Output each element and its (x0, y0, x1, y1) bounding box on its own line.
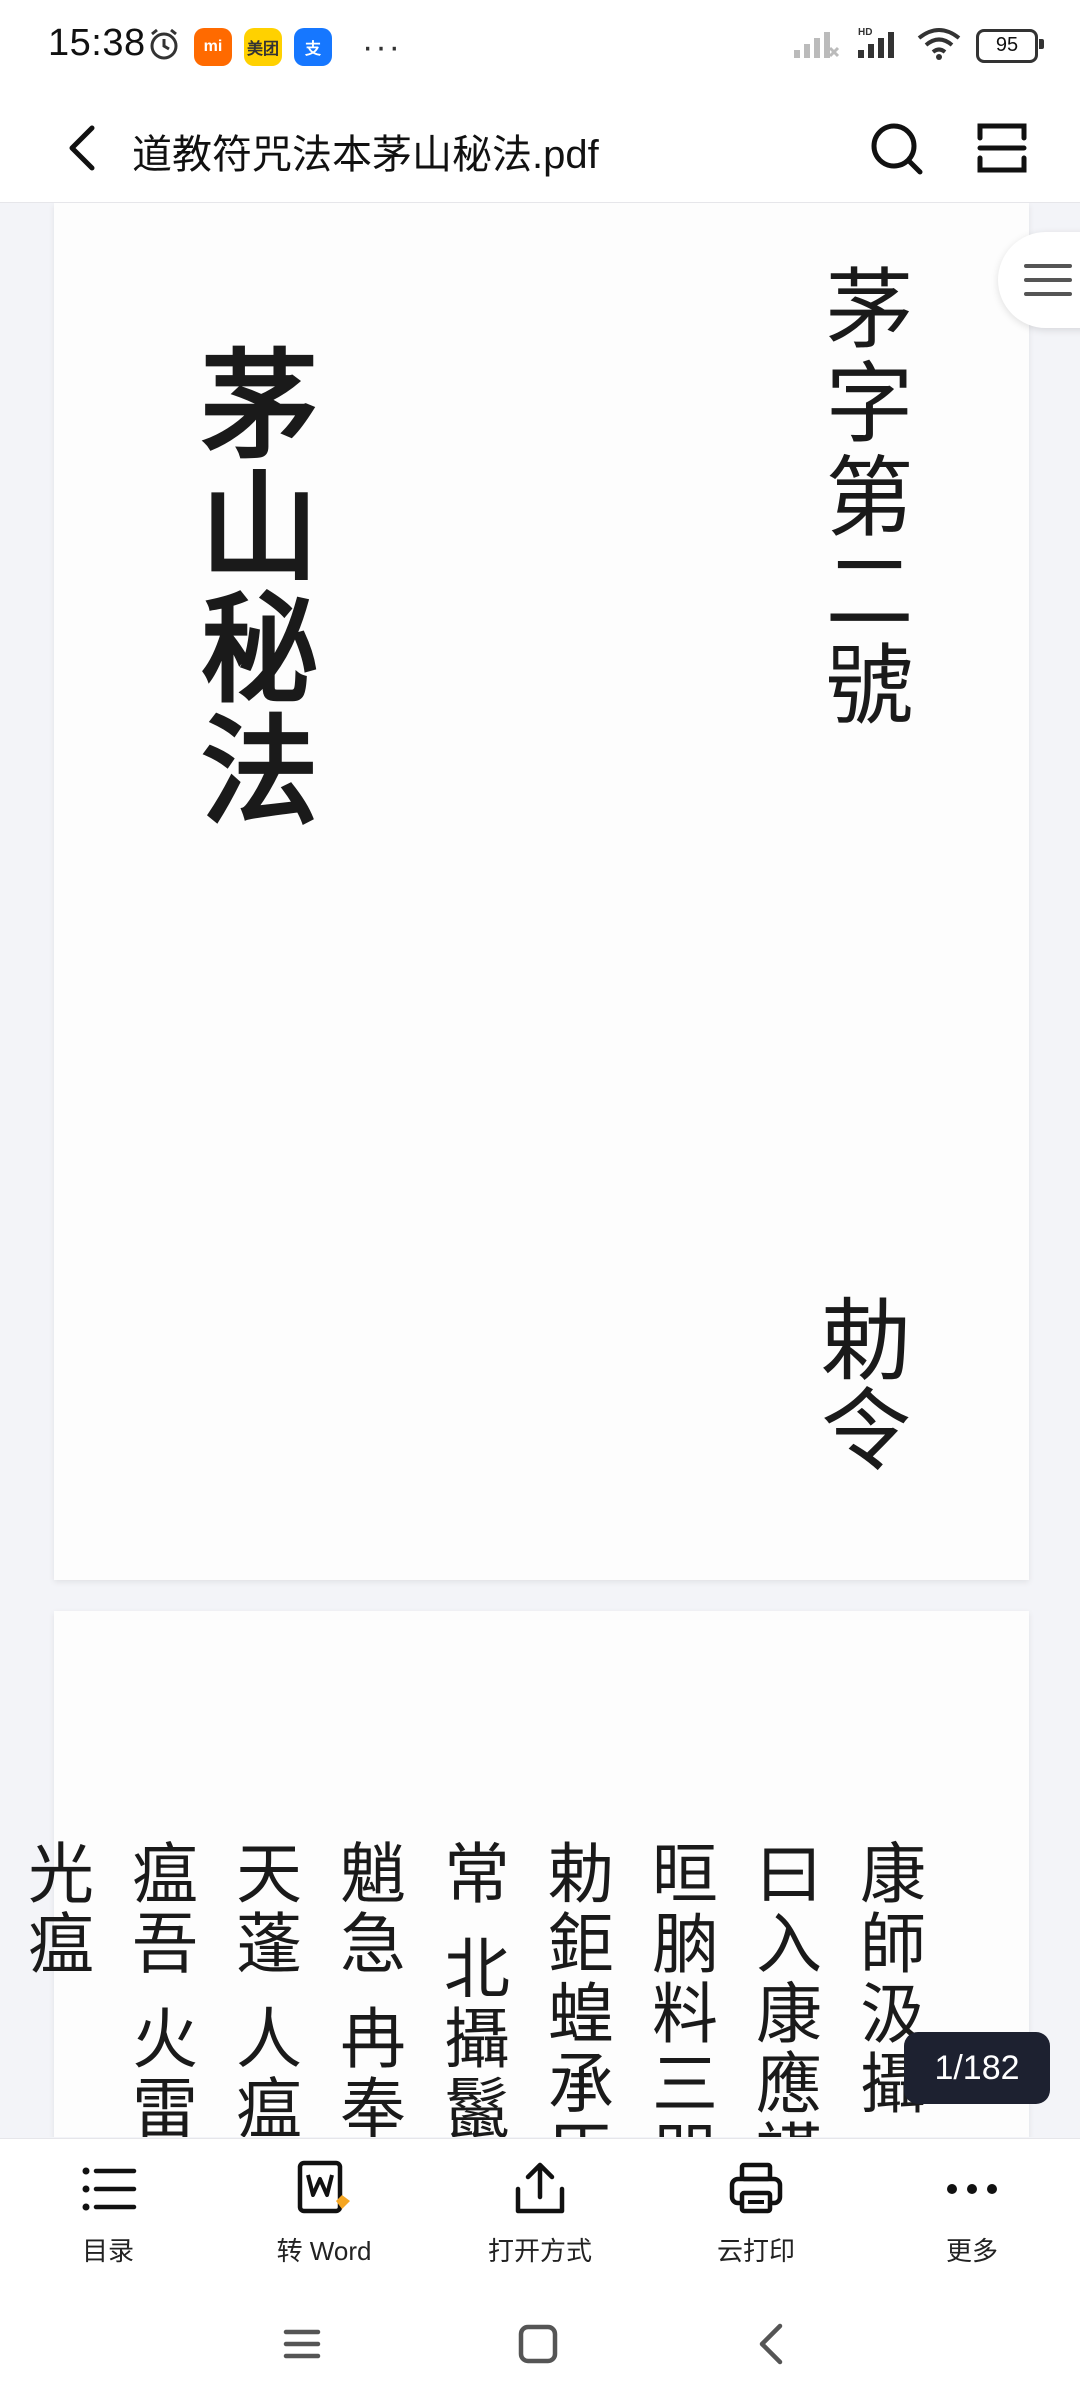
toc-button[interactable]: 目录 (0, 2139, 216, 2289)
cloud-print-button[interactable]: 云打印 (648, 2139, 864, 2289)
convert-word-label: 转 Word (276, 2236, 372, 2266)
pdf-viewer[interactable]: 茅山秘法 茅字第二號 勅令 康師汲攝 曰入康應謹 晅朒料三咒 勅鉅蝗承臣常 北攝… (0, 203, 1080, 2137)
pdf-page: 茅山秘法 茅字第二號 勅令 (54, 203, 1029, 1580)
more-dots-icon (947, 2184, 997, 2194)
home-button[interactable] (508, 2314, 568, 2374)
cover-seal: 勅令 (805, 1293, 910, 1473)
back-button[interactable] (56, 118, 116, 178)
more-button[interactable]: 更多 (864, 2139, 1080, 2289)
cover-number: 茅字第二號 (811, 263, 914, 733)
word-convert-icon (297, 2160, 350, 2214)
pdf-page: 康師汲攝 曰入康應謹 晅朒料三咒 勅鉅蝗承臣常 北攝鬣魈急 冉奉天蓬 人瘟瘟吾 … (17, 1611, 1029, 2137)
convert-word-button[interactable]: 转 Word (216, 2139, 432, 2289)
recent-apps-button[interactable] (272, 2314, 332, 2374)
status-time: 15:38 (48, 22, 146, 64)
list-icon (82, 2167, 137, 2211)
cover-title: 茅山秘法 (180, 343, 319, 831)
menu-lines-icon (1024, 264, 1072, 296)
printer-icon (729, 2162, 783, 2214)
home-square-icon (518, 2324, 558, 2364)
svg-text:HD: HD (858, 27, 872, 38)
wifi-icon (916, 26, 962, 65)
share-icon (515, 2162, 565, 2214)
meituan-app-icon: 美团 (244, 27, 282, 66)
status-icons-right: HD 95 (792, 26, 1044, 65)
status-icons-left: mi 美团 支 ··· (146, 26, 402, 67)
menu-icon (283, 2329, 321, 2359)
open-with-label: 打开方式 (487, 2236, 592, 2266)
mi-app-icon: mi (194, 27, 232, 66)
search-icon (871, 123, 923, 175)
bottom-toolbar: 目录 转 Word 打开方式 云打印 更多 (0, 2138, 1080, 2289)
more-label: 更多 (945, 2236, 998, 2266)
system-back-button[interactable] (742, 2314, 802, 2374)
fullscreen-button[interactable] (970, 116, 1034, 180)
alipay-app-icon: 支 (294, 27, 332, 66)
toc-label: 目录 (81, 2236, 134, 2266)
page-text: 康師汲攝 曰入康應謹 晅朒料三咒 勅鉅蝗承臣常 北攝鬣魈急 冉奉天蓬 人瘟瘟吾 … (17, 1839, 926, 2137)
open-with-button[interactable]: 打开方式 (432, 2139, 648, 2289)
status-bar: 15:38 mi 美团 支 ··· HD 95 (0, 0, 1080, 92)
alarm-icon (146, 26, 182, 67)
system-nav-bar (0, 2288, 1080, 2400)
search-button[interactable] (864, 116, 928, 180)
back-arrow-icon (69, 125, 95, 171)
page-indicator: 1/182 (904, 2032, 1050, 2104)
signal-sim2-icon: HD (854, 26, 902, 65)
app-header: 道教符咒法本茅山秘法.pdf (0, 92, 1080, 203)
expand-icon (977, 123, 1027, 173)
document-title: 道教符咒法本茅山秘法.pdf (132, 133, 599, 177)
more-notifications-icon: ··· (362, 27, 402, 66)
signal-sim1-icon (792, 26, 840, 65)
cloud-print-label: 云打印 (716, 2236, 795, 2266)
back-chevron-icon (759, 2323, 783, 2365)
battery-icon: 95 (976, 28, 1044, 63)
